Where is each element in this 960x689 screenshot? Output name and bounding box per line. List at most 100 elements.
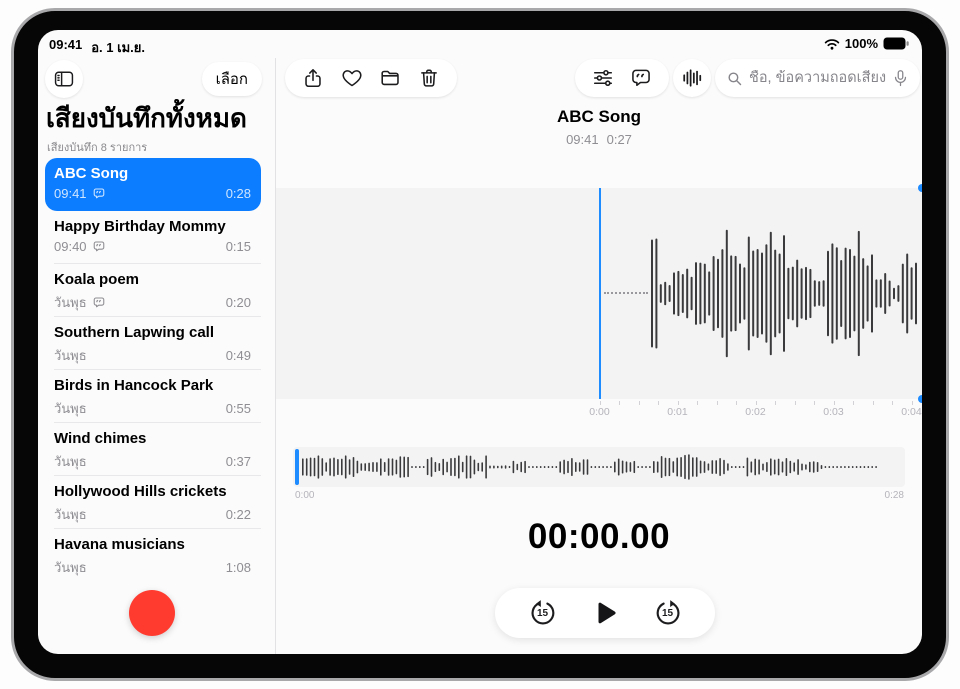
recording-subline: วันพุธ 1:08	[54, 557, 251, 578]
recording-name: Wind chimes	[54, 430, 251, 447]
recording-subline: 09:40 0:15	[54, 239, 251, 254]
overview-waveform	[301, 447, 883, 487]
timeline-tick	[873, 401, 874, 405]
sliders-icon	[592, 67, 614, 89]
timeline-tick	[775, 401, 776, 405]
ipad-device-bezel: 09:41 อ. 1 เม.ย. 100%	[11, 8, 949, 681]
sidebar-toggle-button[interactable]	[45, 60, 83, 98]
trash-icon	[418, 67, 440, 89]
sidebar: เลือก เสียงบันทึกทั้งหมด เสียงบันทึก 8 ร…	[38, 58, 275, 654]
battery-percent: 100%	[845, 36, 878, 51]
transcript-icon	[92, 296, 106, 309]
recording-date: 09:41	[54, 186, 87, 201]
overview-playhead[interactable]	[295, 449, 299, 485]
recordings-list: ABC Song 09:41 0:28 Happy Birthday Mommy…	[45, 158, 261, 582]
timeline-tick	[639, 401, 640, 405]
dictation-mic-icon[interactable]	[892, 69, 909, 88]
waveform-panel[interactable]	[276, 188, 922, 399]
skip-back-label: 15	[528, 608, 558, 619]
recording-duration: 0:22	[226, 507, 251, 522]
select-button[interactable]: เลือก	[202, 62, 262, 96]
playhead[interactable]	[599, 188, 601, 399]
recording-row[interactable]: Birds in Hancock Park วันพุธ 0:55	[45, 370, 261, 423]
recording-duration: 0:20	[226, 295, 251, 310]
playhead-dot-top	[918, 184, 922, 192]
recording-name: Happy Birthday Mommy	[54, 218, 251, 235]
recording-row[interactable]: Hollywood Hills crickets วันพุธ 0:22	[45, 476, 261, 529]
share-icon	[302, 67, 324, 89]
recording-row[interactable]: Koala poem วันพุธ 0:20	[45, 264, 261, 317]
favorite-button[interactable]	[341, 67, 363, 89]
transcript-button[interactable]	[630, 67, 652, 89]
status-bar: 09:41 อ. 1 เม.ย. 100%	[38, 30, 922, 58]
timeline-tick	[600, 401, 601, 405]
recording-duration: 0:15	[226, 239, 251, 254]
share-button[interactable]	[302, 67, 324, 89]
recording-subline: วันพุธ 0:37	[54, 451, 251, 472]
timeline-tick	[912, 401, 913, 405]
timeline-label: 0:03	[816, 406, 852, 418]
timeline-tick	[658, 401, 659, 405]
transcript-icon	[92, 187, 106, 200]
ipad-frame: 09:41 อ. 1 เม.ย. 100%	[0, 0, 960, 689]
search-icon	[726, 70, 743, 87]
transport-controls: 15 15	[495, 588, 715, 638]
timeline-ruler: 0:000:010:020:030:04	[276, 400, 922, 418]
recording-date: วันพุธ	[54, 504, 87, 525]
overview-end-label: 0:28	[885, 490, 904, 501]
search-input[interactable]	[749, 70, 886, 86]
record-button[interactable]	[129, 590, 175, 636]
recording-duration: 0:28	[226, 186, 251, 201]
heart-icon	[341, 67, 363, 89]
now-playing-title: ABC Song	[276, 107, 922, 127]
timeline-tick	[795, 401, 796, 405]
delete-button[interactable]	[418, 67, 440, 89]
recording-duration: 0:55	[226, 401, 251, 416]
elapsed-time: 00:00.00	[276, 517, 922, 557]
timeline-tick	[717, 401, 718, 405]
transcript-bubble-icon	[630, 67, 652, 89]
waveform-view-button-wrap	[673, 59, 711, 97]
folder-icon	[379, 67, 401, 89]
timeline-label: 0:02	[738, 406, 774, 418]
recording-name: Koala poem	[54, 271, 251, 288]
skip-forward-15-button[interactable]: 15	[653, 598, 683, 628]
waveform-view-button[interactable]	[681, 67, 703, 89]
timeline-label: 0:01	[660, 406, 696, 418]
move-to-folder-button[interactable]	[379, 67, 401, 89]
timeline-tick	[736, 401, 737, 405]
overview-waveform-panel[interactable]	[293, 447, 905, 487]
recording-date: วันพุธ	[54, 292, 87, 313]
timeline-tick	[814, 401, 815, 405]
select-button-label: เลือก	[216, 71, 248, 88]
recording-subline: วันพุธ 0:49	[54, 345, 251, 366]
timeline-label: 0:04	[894, 406, 923, 418]
sidebar-title: เสียงบันทึกทั้งหมด	[46, 100, 247, 136]
recording-name: Hollywood Hills crickets	[54, 483, 251, 500]
status-time: 09:41	[49, 37, 82, 58]
recording-date: วันพุธ	[54, 398, 87, 419]
recording-row[interactable]: Happy Birthday Mommy 09:40 0:15	[45, 211, 261, 264]
sidebar-icon	[53, 68, 75, 90]
skip-back-15-button[interactable]: 15	[528, 598, 558, 628]
recording-duration: 1:08	[226, 560, 251, 575]
toolbar-left	[285, 59, 457, 97]
main-waveform	[650, 188, 922, 399]
play-icon	[590, 598, 620, 628]
recording-name: Havana musicians	[54, 536, 251, 553]
recording-duration: 0:49	[226, 348, 251, 363]
transcript-icon	[92, 240, 106, 253]
recording-row[interactable]: Havana musicians วันพุธ 1:08	[45, 529, 261, 582]
recording-date: วันพุธ	[54, 345, 87, 366]
now-playing-meta: 09:41 0:27	[276, 132, 922, 147]
timeline-tick	[834, 401, 835, 405]
play-button[interactable]	[590, 598, 620, 628]
timeline-tick	[678, 401, 679, 405]
recording-date: วันพุธ	[54, 557, 87, 578]
recording-row[interactable]: Wind chimes วันพุธ 0:37	[45, 423, 261, 476]
playback-settings-button[interactable]	[592, 67, 614, 89]
recording-subline: วันพุธ 0:55	[54, 398, 251, 419]
timeline-tick	[756, 401, 757, 405]
recording-row[interactable]: ABC Song 09:41 0:28	[45, 158, 261, 211]
recording-row[interactable]: Southern Lapwing call วันพุธ 0:49	[45, 317, 261, 370]
